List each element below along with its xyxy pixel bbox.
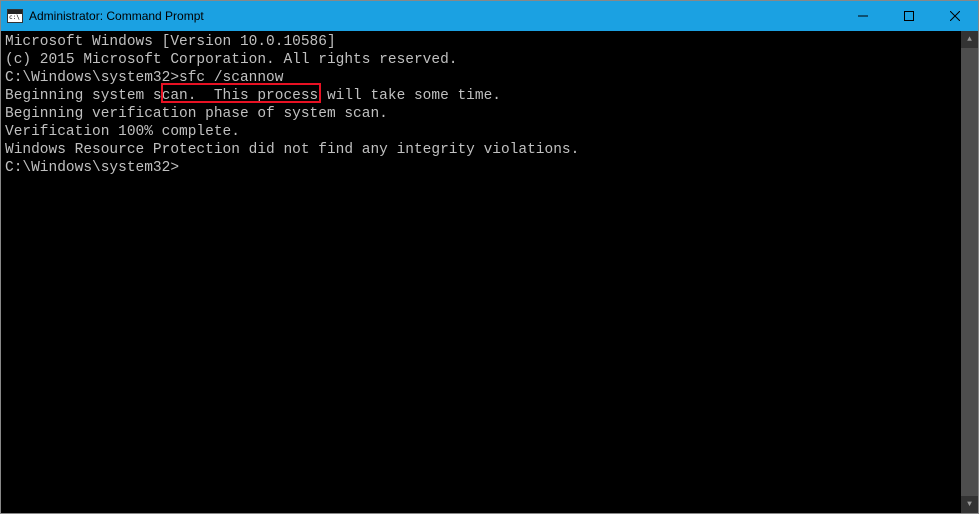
output-line: Beginning verification phase of system s… — [5, 105, 957, 123]
prompt-path: C:\Windows\system32> — [5, 69, 179, 87]
minimize-button[interactable] — [840, 1, 886, 31]
output-line: Microsoft Windows [Version 10.0.10586] — [5, 33, 957, 51]
output-line: (c) 2015 Microsoft Corporation. All righ… — [5, 51, 957, 69]
scroll-down-arrow-icon[interactable]: ▼ — [961, 496, 978, 513]
cmd-icon — [7, 9, 23, 23]
entered-command: sfc /scannow — [179, 69, 283, 87]
close-button[interactable] — [932, 1, 978, 31]
output-line: Verification 100% complete. — [5, 123, 957, 141]
output-line: Beginning system scan. This process will… — [5, 87, 957, 105]
window-titlebar[interactable]: Administrator: Command Prompt — [1, 1, 978, 31]
prompt-line: C:\Windows\system32> — [5, 159, 957, 177]
maximize-button[interactable] — [886, 1, 932, 31]
scroll-track[interactable] — [961, 48, 978, 496]
terminal-area: Microsoft Windows [Version 10.0.10586](c… — [1, 31, 978, 513]
scroll-up-arrow-icon[interactable]: ▲ — [961, 31, 978, 48]
scroll-thumb[interactable] — [961, 48, 978, 496]
prompt-path: C:\Windows\system32> — [5, 159, 179, 177]
output-line: Windows Resource Protection did not find… — [5, 141, 957, 159]
vertical-scrollbar[interactable]: ▲ ▼ — [961, 31, 978, 513]
prompt-line: C:\Windows\system32>sfc /scannow — [5, 69, 957, 87]
terminal-output[interactable]: Microsoft Windows [Version 10.0.10586](c… — [1, 31, 961, 513]
window-title: Administrator: Command Prompt — [29, 9, 204, 23]
window-controls — [840, 1, 978, 31]
titlebar-left: Administrator: Command Prompt — [7, 9, 204, 23]
